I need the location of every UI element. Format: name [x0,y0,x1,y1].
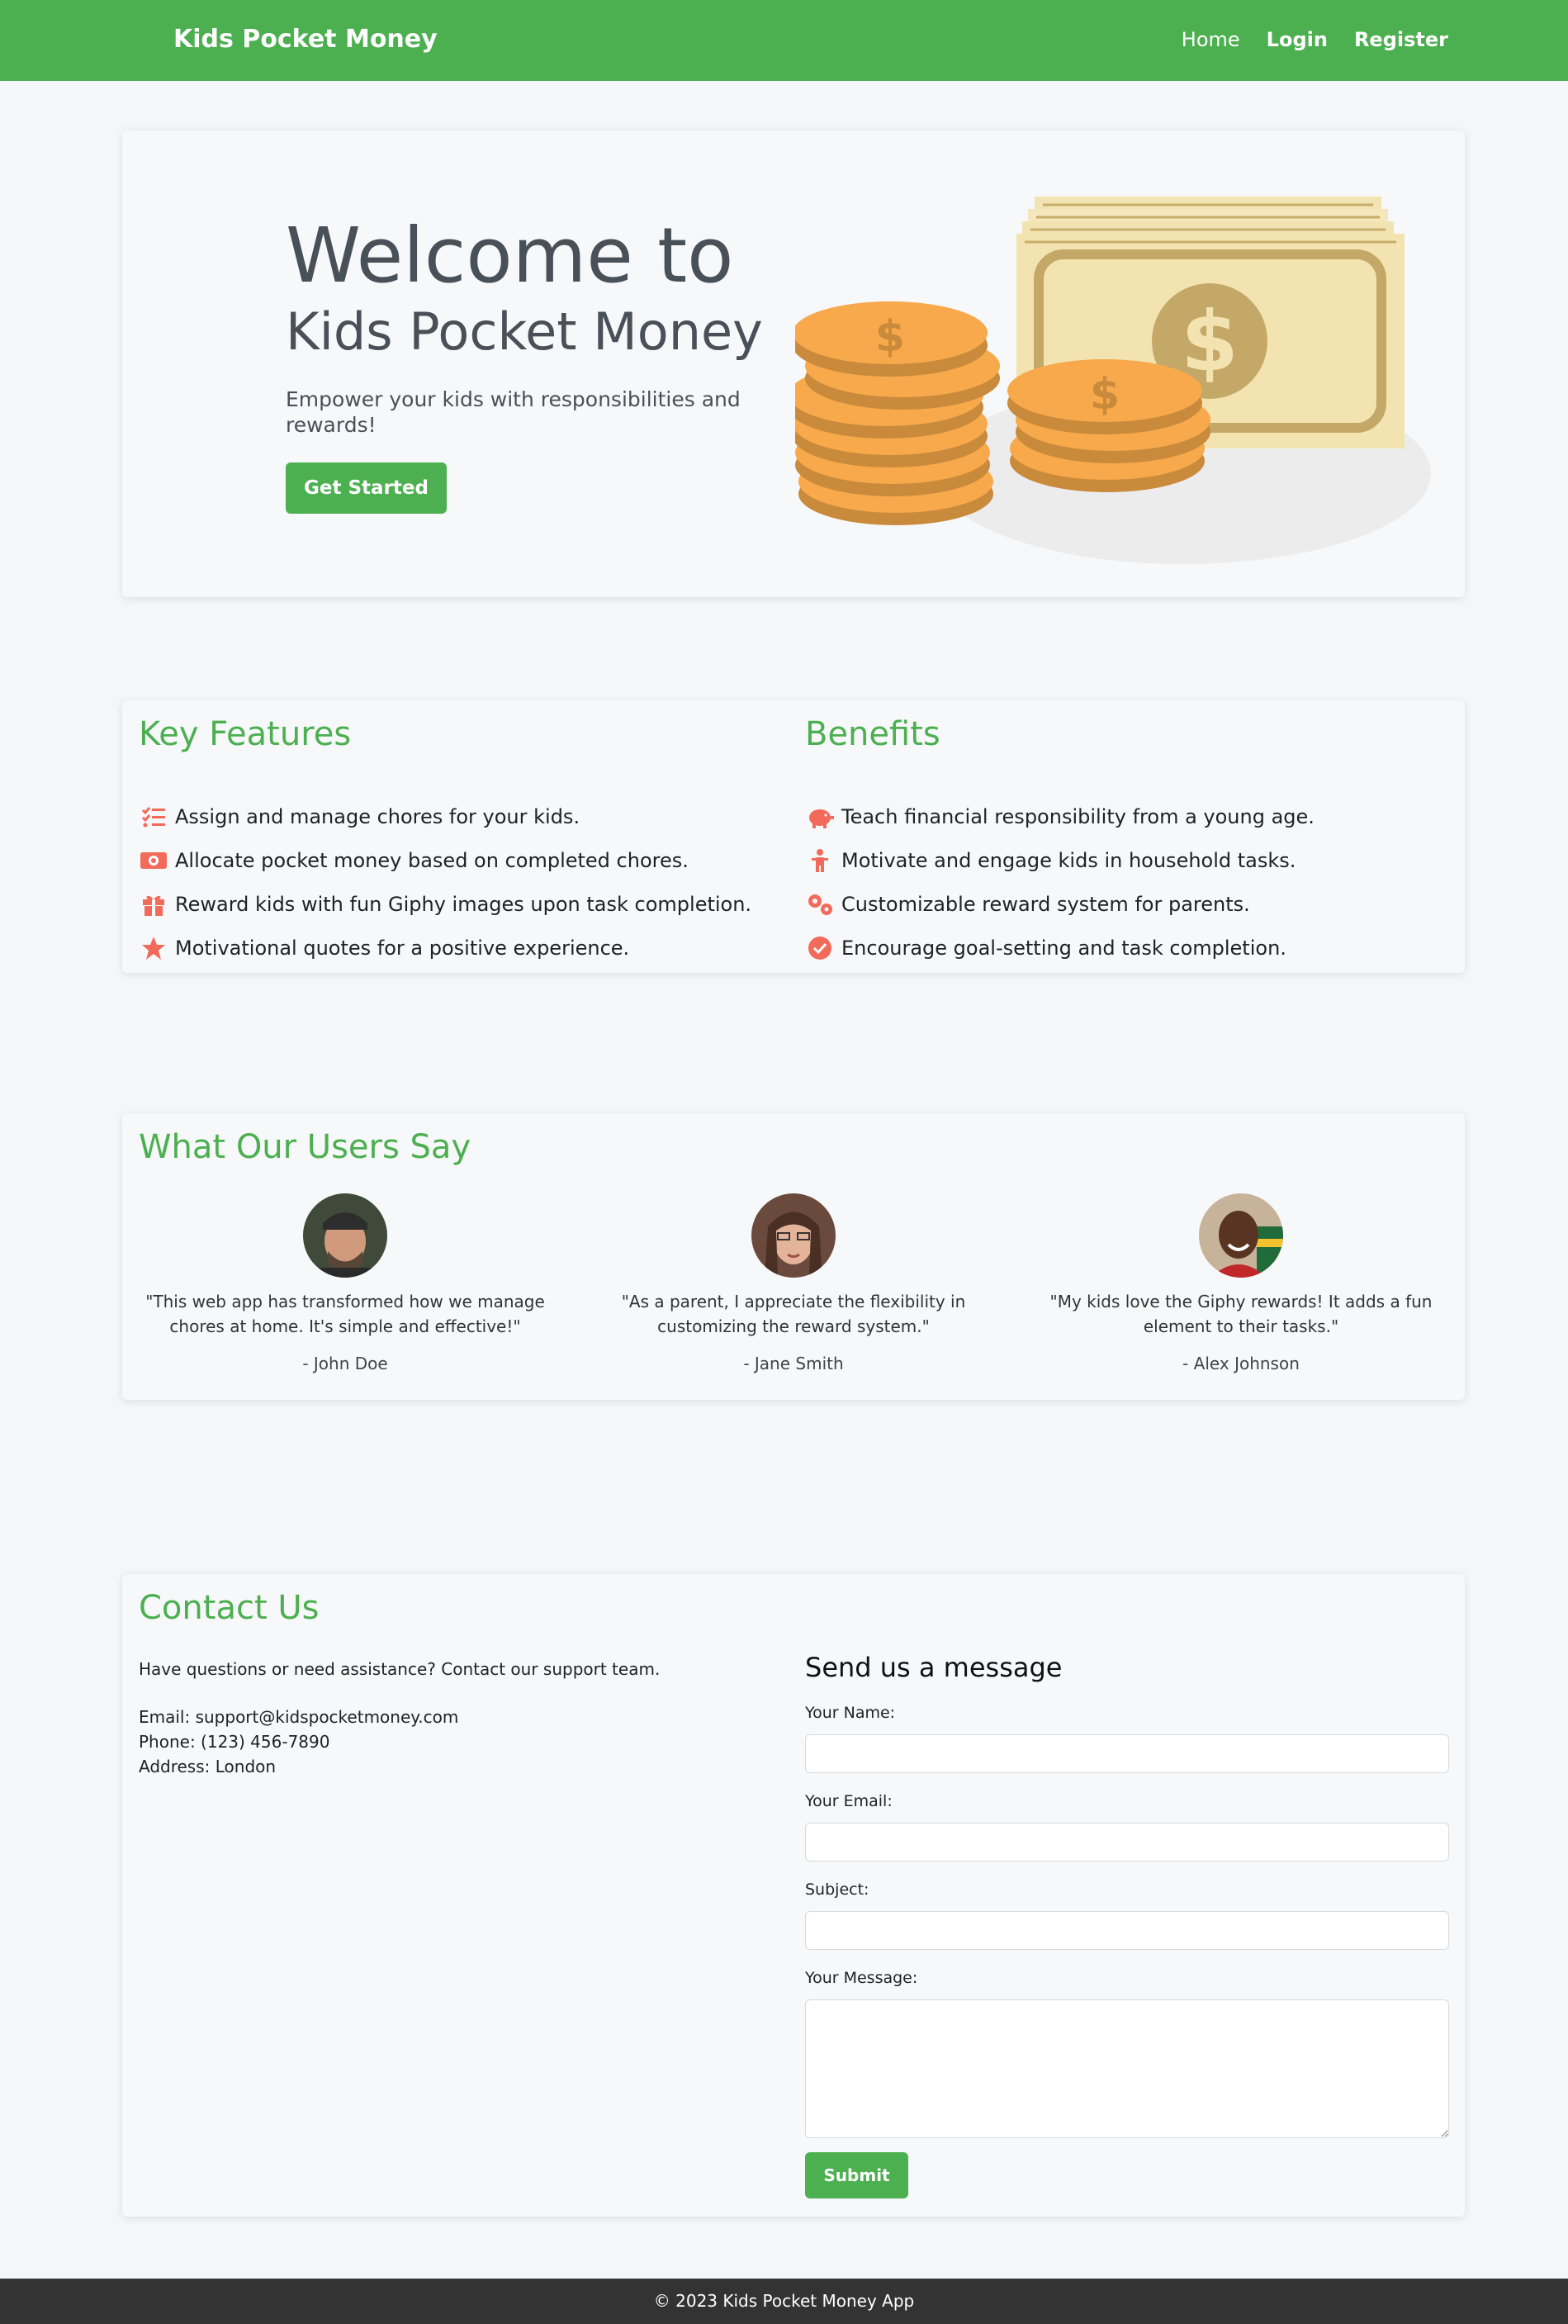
list-item: Teach financial responsibility from a yo… [805,794,1315,838]
features-section: Key Features Assign and manage chores fo… [122,700,1465,973]
email-label: Your Email: [805,1792,893,1810]
feature-text: Reward kids with fun Giphy images upon t… [175,892,752,916]
testimonial-quote: "My kids love the Giphy rewards! It adds… [1049,1292,1433,1336]
hero-description: Empower your kids with responsibilities … [286,387,741,438]
testimonial-card: "As a parent, I appreciate the flexibili… [587,1193,1000,1373]
contact-phone: Phone: (123) 456-7890 [139,1732,330,1752]
list-item: Motivational quotes for a positive exper… [139,926,751,970]
testimonial-author: - Jane Smith [743,1354,844,1373]
benefit-text: Encourage goal-setting and task completi… [841,936,1286,960]
navbar: Kids Pocket Money Home Login Register [0,0,1568,81]
subject-field[interactable] [805,1911,1449,1950]
hero-title: Welcome to [286,211,734,300]
gift-icon [139,891,168,918]
list-item: Assign and manage chores for your kids. [139,794,751,838]
check-circle-icon [805,935,835,961]
feature-text: Assign and manage chores for your kids. [175,804,580,828]
footer-text: © 2023 Kids Pocket Money App [653,2291,915,2311]
list-item: Encourage goal-setting and task completi… [805,926,1315,970]
contact-address: Address: London [139,1757,277,1776]
benefit-text: Customizable reward system for parents. [841,892,1250,916]
message-field[interactable] [805,1999,1449,2138]
brand-logo[interactable]: Kids Pocket Money [173,25,438,54]
testimonials-section: What Our Users Say "This web app has tra… [122,1113,1465,1400]
avatar [1199,1193,1283,1278]
list-item: Reward kids with fun Giphy images upon t… [139,882,751,926]
list-item: Customizable reward system for parents. [805,882,1315,926]
list-item: Allocate pocket money based on completed… [139,838,751,882]
cogs-icon [805,891,835,918]
feature-text: Motivational quotes for a positive exper… [175,936,630,960]
avatar [303,1193,387,1278]
name-field[interactable] [805,1734,1449,1773]
features-list: Assign and manage chores for your kids. … [139,794,751,970]
list-item: Motivate and engage kids in household ta… [805,838,1315,882]
nav-home-link[interactable]: Home [1182,28,1240,51]
testimonial-card: "My kids love the Giphy rewards! It adds… [1035,1193,1447,1373]
money-bill-icon [139,847,168,874]
testimonial-author: - John Doe [302,1354,388,1373]
money-coins-illustration: $ $ $ [795,197,1431,564]
testimonial-quote: "As a parent, I appreciate the flexibili… [621,1292,966,1336]
testimonial-card: "This web app has transformed how we man… [139,1193,552,1373]
testimonial-author: - Alex Johnson [1182,1354,1300,1373]
get-started-button[interactable]: Get Started [286,462,447,514]
avatar [751,1193,836,1278]
key-features-title: Key Features [139,715,352,753]
hero-subtitle: Kids Pocket Money [286,301,763,362]
testimonials-title: What Our Users Say [139,1128,471,1166]
subject-label: Subject: [805,1881,869,1899]
nav-links: Home Login Register [1182,28,1448,51]
contact-info: Email: support@kidspocketmoney.com Phone… [139,1705,458,1779]
message-label: Your Message: [805,1969,918,1987]
benefit-text: Motivate and engage kids in household ta… [841,848,1296,872]
nav-login-link[interactable]: Login [1267,28,1328,51]
nav-register-link[interactable]: Register [1354,28,1448,51]
hero-section: Welcome to Kids Pocket Money Empower you… [122,130,1465,597]
star-icon [139,935,168,961]
feature-text: Allocate pocket money based on completed… [175,848,689,872]
svg-text:$: $ [1090,370,1120,420]
contact-section: Contact Us Have questions or need assist… [122,1574,1465,2217]
benefits-title: Benefits [805,715,940,753]
contact-description: Have questions or need assistance? Conta… [139,1659,661,1679]
email-field[interactable] [805,1823,1449,1862]
child-icon [805,847,835,874]
svg-text:$: $ [875,312,905,362]
piggy-bank-icon [805,804,835,830]
contact-title: Contact Us [139,1589,320,1627]
name-label: Your Name: [805,1704,896,1722]
contact-email: Email: support@kidspocketmoney.com [139,1707,459,1727]
submit-button[interactable]: Submit [805,2152,908,2198]
testimonial-quote: "This web app has transformed how we man… [145,1292,545,1336]
footer: © 2023 Kids Pocket Money App [0,2279,1568,2324]
benefit-text: Teach financial responsibility from a yo… [841,804,1315,828]
benefits-list: Teach financial responsibility from a yo… [805,794,1315,970]
tasks-icon [139,804,168,830]
form-title: Send us a message [805,1652,1063,1683]
